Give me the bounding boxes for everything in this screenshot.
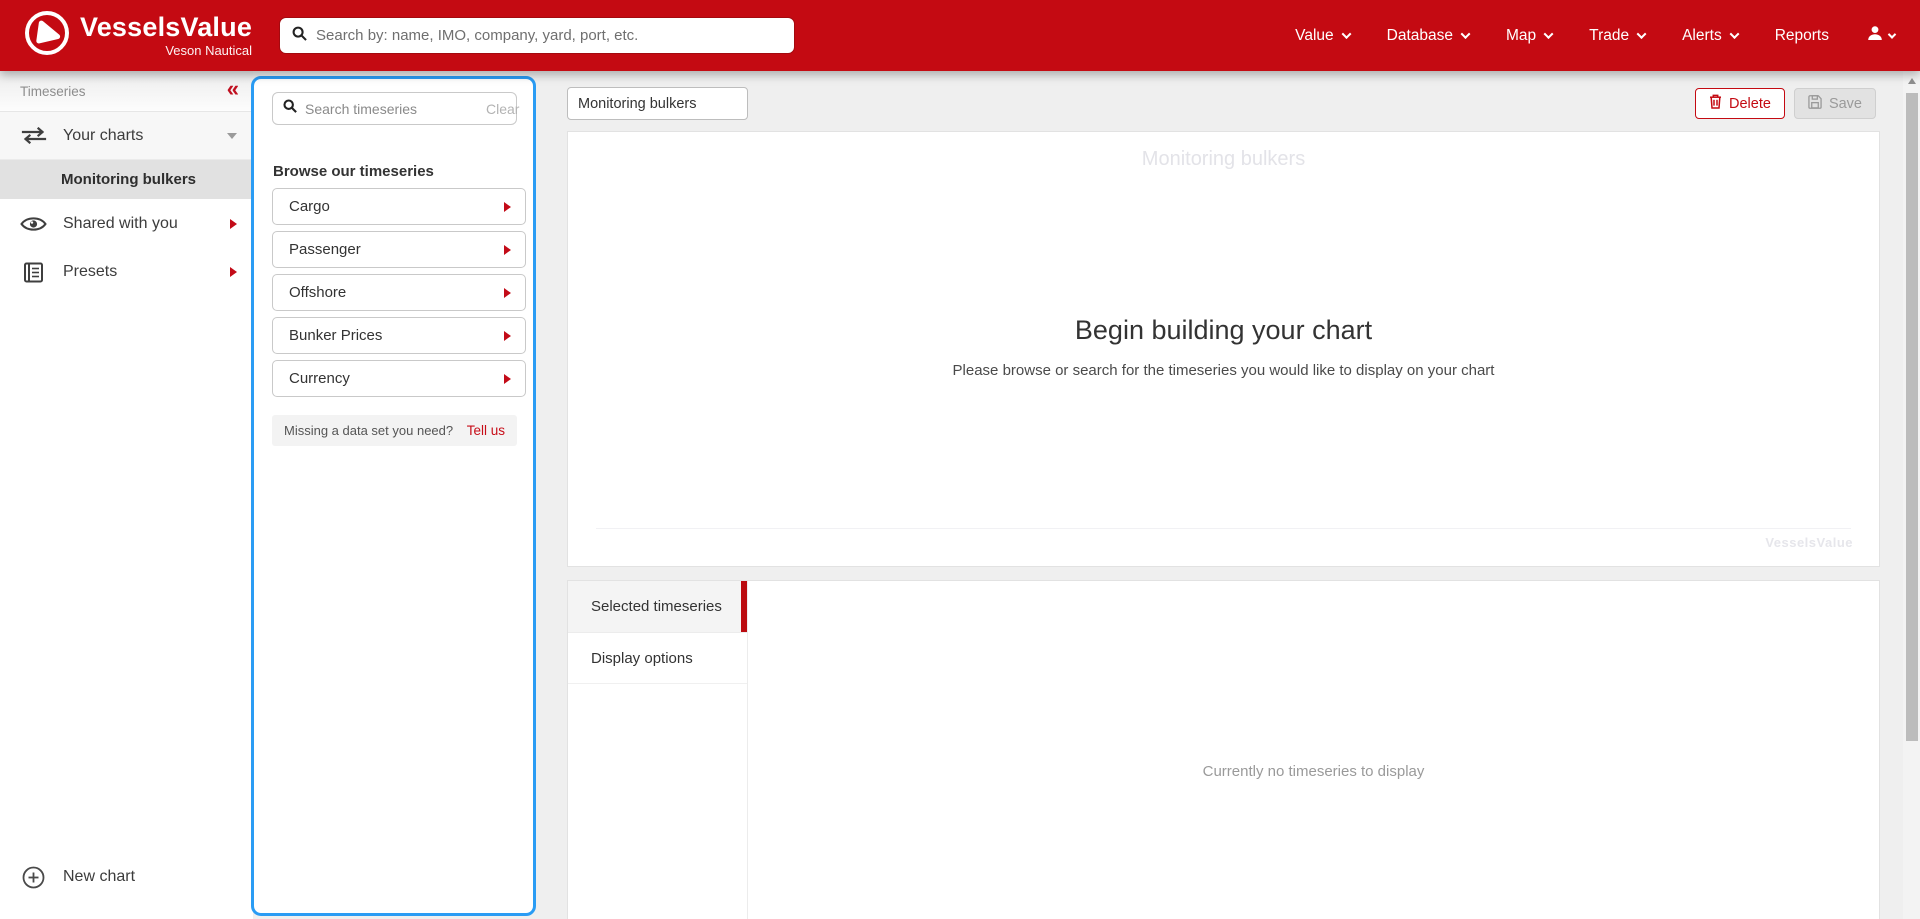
sidebar-item-label: Presets: [63, 263, 118, 280]
presets-book-icon: [20, 262, 47, 283]
no-timeseries-message: Currently no timeseries to display: [1202, 763, 1425, 780]
sidebar-item-presets[interactable]: Presets: [0, 248, 253, 296]
top-navigation-bar: VesselsValue Veson Nautical Value Databa…: [0, 0, 1920, 71]
category-list: Cargo Passenger Offshore Bunker Prices C…: [272, 188, 526, 403]
sidebar-item-your-charts[interactable]: Your charts: [0, 112, 253, 160]
delete-button[interactable]: Delete: [1695, 88, 1785, 119]
user-menu[interactable]: [1866, 24, 1897, 47]
global-search: [279, 17, 795, 54]
save-button[interactable]: Save: [1793, 88, 1876, 119]
nav-alerts[interactable]: Alerts: [1682, 27, 1740, 45]
selection-panel: Selected timeseries Display options Curr…: [567, 580, 1880, 919]
tab-selected-timeseries[interactable]: Selected timeseries: [568, 581, 747, 633]
empty-chart-subtitle: Please browse or search for the timeseri…: [952, 362, 1495, 379]
caret-right-icon: [230, 218, 237, 229]
vertical-scrollbar[interactable]: [1903, 71, 1920, 919]
caret-right-icon: [504, 373, 511, 384]
browse-heading: Browse our timeseries: [273, 163, 434, 180]
chevron-down-icon: [1887, 29, 1897, 39]
sidebar-item-shared-with-you[interactable]: Shared with you: [0, 199, 253, 248]
brand-subtitle: Veson Nautical: [165, 43, 253, 58]
empty-chart-title: Begin building your chart: [1074, 315, 1373, 345]
sidebar-item-label: Your charts: [63, 126, 144, 144]
brand-logo[interactable]: VesselsValue Veson Nautical: [25, 11, 252, 60]
chart-name-input[interactable]: [567, 87, 748, 120]
tell-us-link[interactable]: Tell us: [467, 423, 505, 438]
chevron-down-icon: [1341, 29, 1352, 40]
sidebar-chart-monitoring-bulkers[interactable]: Monitoring bulkers: [0, 160, 253, 199]
timeseries-search: Clear: [272, 92, 519, 125]
category-offshore[interactable]: Offshore: [272, 274, 526, 311]
app-root: VesselsValue Veson Nautical Value Databa…: [0, 0, 1920, 919]
vesselsvalue-logo-icon: [25, 11, 69, 60]
chevron-down-icon: [1729, 29, 1740, 40]
chevron-down-icon: [1460, 29, 1471, 40]
chevron-down-icon: [1543, 29, 1554, 40]
chart-axis-line: [596, 528, 1851, 529]
global-search-input[interactable]: [316, 27, 782, 44]
caret-right-icon: [504, 330, 511, 341]
empty-chart-message: Begin building your chart Please browse …: [568, 315, 1879, 379]
user-icon: [1866, 24, 1884, 47]
chart-editor: Delete Save Monitoring bulkers Begin bui…: [536, 71, 1903, 919]
nav-reports[interactable]: Reports: [1775, 27, 1829, 45]
chart-canvas: Monitoring bulkers Begin building your c…: [567, 131, 1880, 567]
nav-database[interactable]: Database: [1387, 27, 1471, 45]
active-tab-indicator: [741, 581, 747, 632]
nav-value[interactable]: Value: [1295, 27, 1352, 45]
chart-title-watermark: Monitoring bulkers: [1141, 148, 1306, 170]
sidebar-header: Timeseries «: [0, 71, 253, 112]
swap-arrows-icon: [20, 127, 47, 144]
chart-name-label: Monitoring bulkers: [61, 171, 196, 188]
caret-right-icon: [504, 244, 511, 255]
save-label: Save: [1828, 95, 1862, 112]
category-bunker-prices[interactable]: Bunker Prices: [272, 317, 526, 354]
scroll-up-arrow-icon[interactable]: [1907, 78, 1916, 84]
brand-watermark: VesselsValue: [1765, 535, 1853, 550]
collapse-sidebar-icon[interactable]: «: [227, 78, 239, 104]
browse-timeseries-panel: Clear Browse our timeseries Cargo Passen…: [251, 76, 536, 916]
nav-map[interactable]: Map: [1506, 27, 1554, 45]
sidebar-title: Timeseries: [20, 83, 86, 99]
plus-circle-icon: [20, 866, 47, 889]
sidebar-item-label: Shared with you: [63, 214, 178, 232]
delete-label: Delete: [1729, 95, 1771, 112]
chart-actions: Delete Save: [1695, 88, 1876, 119]
new-chart-label: New chart: [63, 868, 136, 885]
caret-right-icon: [504, 287, 511, 298]
missing-dataset-row: Missing a data set you need? Tell us: [272, 415, 517, 446]
caret-down-icon: [227, 132, 237, 139]
category-cargo[interactable]: Cargo: [272, 188, 526, 225]
missing-dataset-text: Missing a data set you need?: [284, 423, 454, 438]
category-passenger[interactable]: Passenger: [272, 231, 526, 268]
timeseries-search-input[interactable]: [305, 100, 486, 117]
brand-name: VesselsValue: [80, 12, 253, 42]
selection-tabs: Selected timeseries Display options: [568, 581, 748, 919]
search-icon: [283, 99, 297, 118]
timeseries-sidebar: Timeseries « Your charts Monitoring bulk…: [0, 71, 253, 919]
nav-trade[interactable]: Trade: [1589, 27, 1647, 45]
save-floppy-icon: [1808, 94, 1822, 113]
new-chart-button[interactable]: New chart: [0, 856, 253, 898]
caret-right-icon: [230, 267, 237, 277]
caret-right-icon: [504, 201, 511, 212]
category-currency[interactable]: Currency: [272, 360, 526, 397]
tab-display-options[interactable]: Display options: [568, 633, 747, 684]
clear-search-button[interactable]: Clear: [486, 101, 519, 117]
chevron-down-icon: [1636, 29, 1647, 40]
eye-icon: [20, 215, 47, 233]
main-nav: Value Database Map Trade Alerts Reports: [1295, 0, 1897, 71]
scrollbar-thumb[interactable]: [1906, 93, 1918, 741]
search-icon: [292, 26, 307, 46]
trash-icon: [1709, 94, 1722, 113]
